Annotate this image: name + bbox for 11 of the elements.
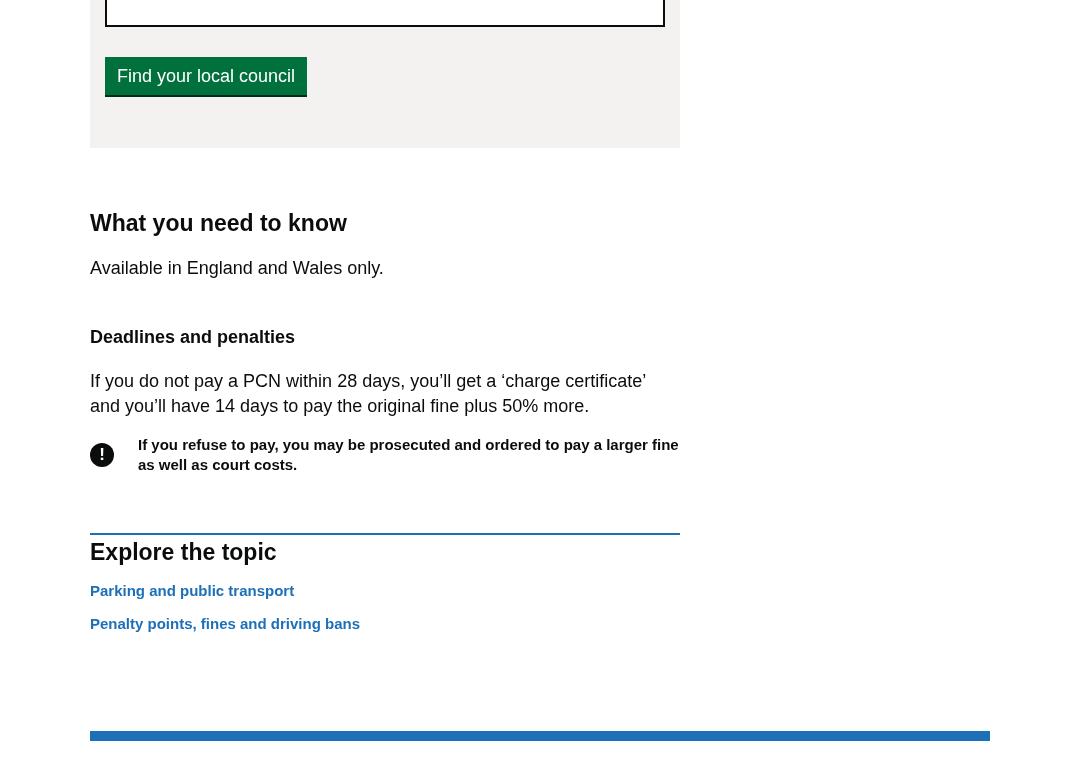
find-council-button[interactable]: Find your local council <box>105 57 308 95</box>
explore-heading: Explore the topic <box>90 538 278 567</box>
section-subheading: Deadlines and penalties <box>90 326 297 349</box>
body-text: If you do not pay a PCN within 28 days, you’ll get a ‘charge certificate’ and you’ll have 14 days to pay the original fine plus 50% more. <box>90 370 647 418</box>
topic-link[interactable]: Penalty points, fines and driving bans <box>90 615 680 632</box>
warning-text: If you refuse to pay, you may be prosecuted and ordered to pay a larger fine as well as court costs. <box>138 435 680 475</box>
topic-link[interactable]: Parking and public transport <box>90 582 680 599</box>
body-text: Available in England and Wales only. <box>90 257 385 280</box>
input-field[interactable] <box>105 0 665 27</box>
warning-icon: ! <box>90 443 114 467</box>
section-heading: What you need to know <box>90 209 348 238</box>
